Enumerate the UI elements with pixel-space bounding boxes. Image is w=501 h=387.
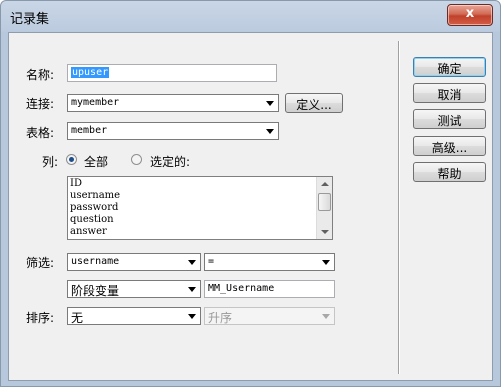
- table-label: 表格:: [26, 126, 55, 140]
- connection-label: 连接:: [26, 97, 55, 111]
- filter-source-select[interactable]: 阶段变量: [67, 280, 201, 298]
- columns-label: 列:: [42, 155, 59, 169]
- chevron-down-icon: [188, 314, 196, 319]
- chevron-down-icon: [266, 129, 274, 134]
- help-button-label: 帮助: [437, 167, 462, 181]
- define-button[interactable]: 定义...: [285, 93, 343, 113]
- name-input[interactable]: upuser: [67, 64, 277, 82]
- name-value: upuser: [71, 67, 110, 78]
- close-icon: x: [465, 6, 475, 21]
- table-value: member: [71, 125, 108, 136]
- filter-column-value: username: [71, 256, 120, 267]
- cancel-button-label: 取消: [437, 88, 462, 102]
- list-item[interactable]: ID: [70, 178, 82, 189]
- chevron-down-icon: [322, 260, 330, 265]
- connection-value: mymember: [71, 97, 120, 108]
- advanced-button[interactable]: 高级...: [413, 136, 486, 156]
- connection-select[interactable]: mymember: [67, 94, 279, 112]
- scroll-thumb[interactable]: [318, 193, 331, 211]
- sort-column-value: 无: [71, 311, 84, 325]
- filter-source-value: 阶段变量: [71, 284, 120, 298]
- divider: [398, 41, 399, 374]
- recordset-dialog: 记录集 x 名称: upuser 连接: mymember 定义... 表格: …: [0, 0, 501, 387]
- filter-operator-select[interactable]: =: [204, 253, 335, 271]
- help-button[interactable]: 帮助: [413, 162, 486, 182]
- test-button-label: 测试: [437, 114, 462, 128]
- filter-value-input[interactable]: MM_Username: [204, 280, 335, 298]
- radio-all-label: 全部: [84, 155, 109, 169]
- filter-label: 筛选:: [26, 256, 55, 270]
- radio-selected[interactable]: [131, 154, 142, 165]
- radio-all[interactable]: [66, 154, 77, 165]
- name-label: 名称:: [26, 68, 55, 82]
- filter-value: MM_Username: [208, 283, 275, 294]
- sort-column-select[interactable]: 无: [67, 307, 201, 325]
- chevron-down-icon: [188, 287, 196, 292]
- ok-button[interactable]: 确定: [413, 57, 486, 77]
- chevron-down-icon: [322, 314, 330, 319]
- ok-button-label: 确定: [437, 62, 462, 76]
- filter-column-select[interactable]: username: [67, 253, 201, 271]
- close-button[interactable]: x: [447, 4, 493, 26]
- cancel-button[interactable]: 取消: [413, 83, 486, 103]
- scroll-down-icon[interactable]: [321, 230, 329, 234]
- filter-operator-value: =: [208, 256, 215, 267]
- dialog-title: 记录集: [10, 12, 50, 27]
- sort-order-value: 升序: [208, 311, 233, 325]
- dialog-body: 名称: upuser 连接: mymember 定义... 表格: member…: [8, 32, 493, 381]
- chevron-down-icon: [266, 101, 274, 106]
- columns-listbox[interactable]: ID username password question answer: [67, 176, 333, 240]
- chevron-down-icon: [188, 260, 196, 265]
- advanced-button-label: 高级...: [431, 141, 468, 155]
- title-bar: 记录集 x: [1, 1, 500, 32]
- sort-label: 排序:: [26, 311, 55, 325]
- radio-selected-label: 选定的:: [150, 155, 191, 169]
- list-item[interactable]: password: [70, 202, 118, 213]
- table-select[interactable]: member: [67, 122, 279, 140]
- list-item[interactable]: question: [70, 214, 114, 225]
- list-item[interactable]: answer: [70, 226, 107, 237]
- list-item[interactable]: username: [70, 190, 120, 201]
- define-button-label: 定义...: [296, 98, 332, 112]
- sort-order-select[interactable]: 升序: [204, 307, 335, 325]
- scroll-up-icon[interactable]: [321, 182, 329, 186]
- test-button[interactable]: 测试: [413, 109, 486, 129]
- listbox-scrollbar[interactable]: [316, 177, 332, 239]
